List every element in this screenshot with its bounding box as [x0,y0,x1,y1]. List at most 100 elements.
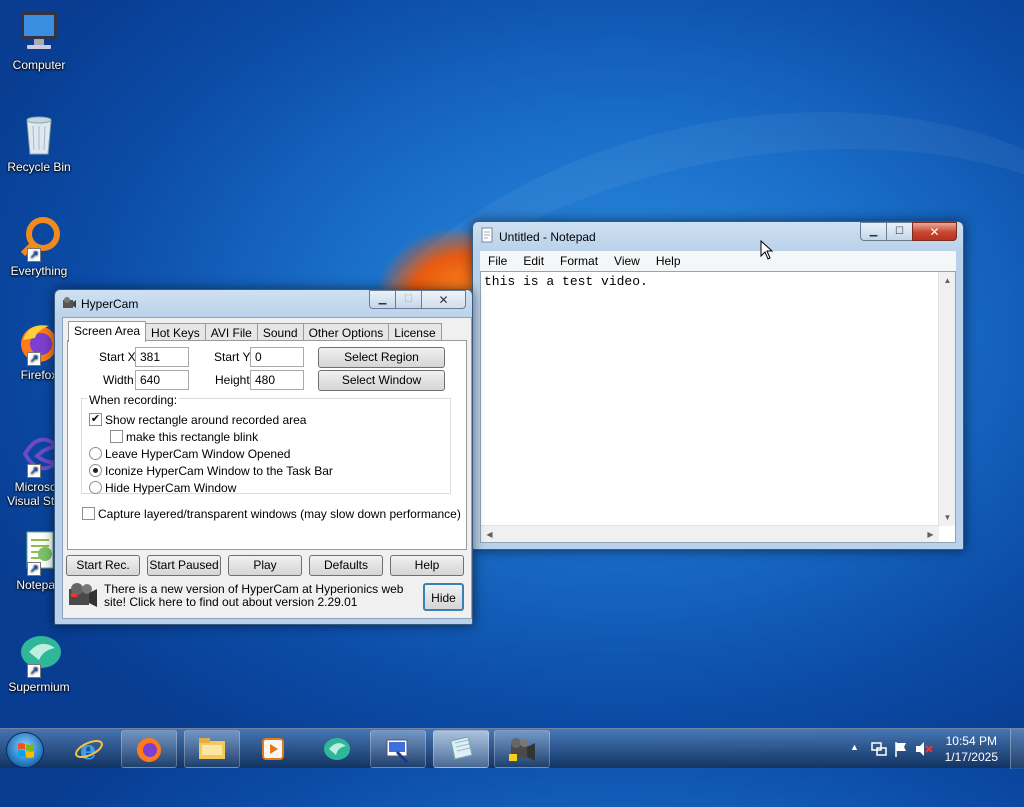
maximize-button[interactable]: ☐ [886,222,912,241]
windows-logo-icon [18,743,34,758]
close-icon: ✕ [929,224,940,239]
menu-format[interactable]: Format [552,254,606,268]
select-window-button[interactable]: Select Window [318,370,445,391]
maximize-icon: ☐ [895,226,904,237]
taskbar-visual-studio[interactable] [370,730,426,768]
minimize-button[interactable]: ▁ [369,290,395,309]
help-button[interactable]: Help [390,555,464,576]
when-recording-label: When recording: [87,393,180,407]
visual-studio-icon [386,739,409,764]
shortcut-arrow-icon: ↗ [27,664,41,678]
show-hidden-icons-icon[interactable]: ▲ [850,742,859,752]
minimize-button[interactable]: ▁ [860,222,886,241]
hypercam-title: HyperCam [81,297,139,311]
action-center-flag-icon[interactable] [892,740,910,758]
desktop-icon-supermium[interactable]: ↗ Supermium [2,630,76,694]
taskbar-media-player[interactable] [245,730,301,768]
scroll-down-icon[interactable]: ▼ [939,509,955,526]
shortcut-arrow-icon: ↗ [27,562,41,576]
volume-muted-icon[interactable] [914,740,934,758]
everything-search-icon: ↗ [15,214,63,262]
internet-explorer-icon: e [75,736,103,764]
blink-rectangle-label[interactable]: make this rectangle blink [126,430,258,444]
desktop-icon-label: Everything [10,264,68,278]
notepad-icon [450,736,473,760]
menu-help[interactable]: Help [648,254,689,268]
show-rectangle-checkbox[interactable]: ✔ [89,413,102,426]
close-button[interactable]: ✕ [912,222,957,241]
hide-window-radio[interactable] [89,481,102,494]
menu-file[interactable]: File [480,254,515,268]
notepad-menu-bar: File Edit Format View Help [480,251,956,271]
height-field[interactable]: 480 [250,370,304,390]
menu-edit[interactable]: Edit [515,254,552,268]
defaults-button[interactable]: Defaults [309,555,383,576]
blink-rectangle-checkbox[interactable] [110,430,123,443]
start-x-label: Start X [99,350,136,364]
notepad-content[interactable]: this is a test video. [484,274,648,289]
start-x-field[interactable]: 381 [135,347,189,367]
maximize-icon: ☐ [404,294,413,305]
hide-notice-button[interactable]: Hide [423,583,464,611]
taskbar-internet-explorer[interactable]: e [61,730,117,768]
capture-layered-checkbox[interactable] [82,507,95,520]
hypercam-titlebar[interactable]: HyperCam ▁ ☐ ✕ [55,290,472,316]
iconize-label[interactable]: Iconize HyperCam Window to the Task Bar [105,464,333,478]
tab-screen-area[interactable]: Screen Area [68,321,147,342]
hypercam-logo-icon [69,583,97,607]
screen-area-panel: Start X 381 Start Y 0 Select Region Widt… [67,340,467,550]
clock-date: 1/17/2025 [944,750,998,764]
start-y-field[interactable]: 0 [250,347,304,367]
clock[interactable]: 10:54 PM 1/17/2025 [945,733,998,765]
taskbar-supermium[interactable] [308,730,364,768]
firefox-icon [137,738,161,762]
start-rec-button[interactable]: Start Rec. [66,555,140,576]
desktop-icon-recycle-bin[interactable]: Recycle Bin [2,110,76,174]
close-button[interactable]: ✕ [421,290,466,309]
start-y-label: Start Y [214,350,251,364]
taskbar-file-explorer[interactable] [184,730,240,768]
iconize-radio[interactable] [89,464,102,477]
taskbar-hypercam[interactable] [494,730,550,768]
leave-opened-radio[interactable] [89,447,102,460]
supermium-icon [324,738,350,760]
desktop-icon-label: Recycle Bin [7,160,71,174]
capture-layered-label[interactable]: Capture layered/transparent windows (may… [98,507,461,521]
hide-window-label[interactable]: Hide HyperCam Window [105,481,236,495]
menu-view[interactable]: View [606,254,648,268]
update-notice-link[interactable]: There is a new version of HyperCam at Hy… [104,583,422,609]
hypercam-client-area: Screen Area Hot Keys AVI File Sound Othe… [62,317,472,619]
width-field[interactable]: 640 [135,370,189,390]
close-icon: ✕ [438,292,449,307]
notepad-titlebar[interactable]: Untitled - Notepad ▁ ☐ ✕ [473,222,963,248]
taskbar-firefox[interactable] [121,730,177,768]
notepad-window[interactable]: Untitled - Notepad ▁ ☐ ✕ File Edit Forma… [472,221,964,550]
desktop-icon-everything[interactable]: ↗ Everything [2,214,76,278]
show-desktop-button[interactable] [1010,729,1024,769]
notepad-title: Untitled - Notepad [499,230,596,244]
file-explorer-icon [199,738,225,759]
vertical-scrollbar[interactable]: ▲ ▼ [938,272,955,526]
maximize-button: ☐ [395,290,421,309]
taskbar-notepad[interactable] [433,730,489,768]
hypercam-tabs: Screen Area Hot Keys AVI File Sound Othe… [68,321,442,342]
scroll-up-icon[interactable]: ▲ [939,272,955,289]
mouse-cursor-icon [760,240,774,260]
play-button[interactable]: Play [228,555,302,576]
shortcut-arrow-icon: ↗ [27,248,41,262]
desktop-icon-computer[interactable]: Computer [2,8,76,72]
network-icon[interactable] [870,740,888,758]
show-rectangle-label[interactable]: Show rectangle around recorded area [105,413,306,427]
computer-icon [15,8,63,56]
leave-opened-label[interactable]: Leave HyperCam Window Opened [105,447,290,461]
minimize-icon: ▁ [869,226,878,237]
notepad-text-area[interactable]: this is a test video. ▲ ▼ ◀ ▶ [480,271,956,543]
start-paused-button[interactable]: Start Paused [147,555,221,576]
scroll-left-icon[interactable]: ◀ [481,526,498,542]
horizontal-scrollbar[interactable]: ◀ ▶ [481,525,939,542]
select-region-button[interactable]: Select Region [318,347,445,368]
hypercam-window[interactable]: HyperCam ▁ ☐ ✕ Screen Area Hot Keys AVI … [54,289,473,625]
start-button[interactable] [6,732,44,768]
width-label: Width [103,373,134,387]
scroll-right-icon[interactable]: ▶ [922,526,939,542]
